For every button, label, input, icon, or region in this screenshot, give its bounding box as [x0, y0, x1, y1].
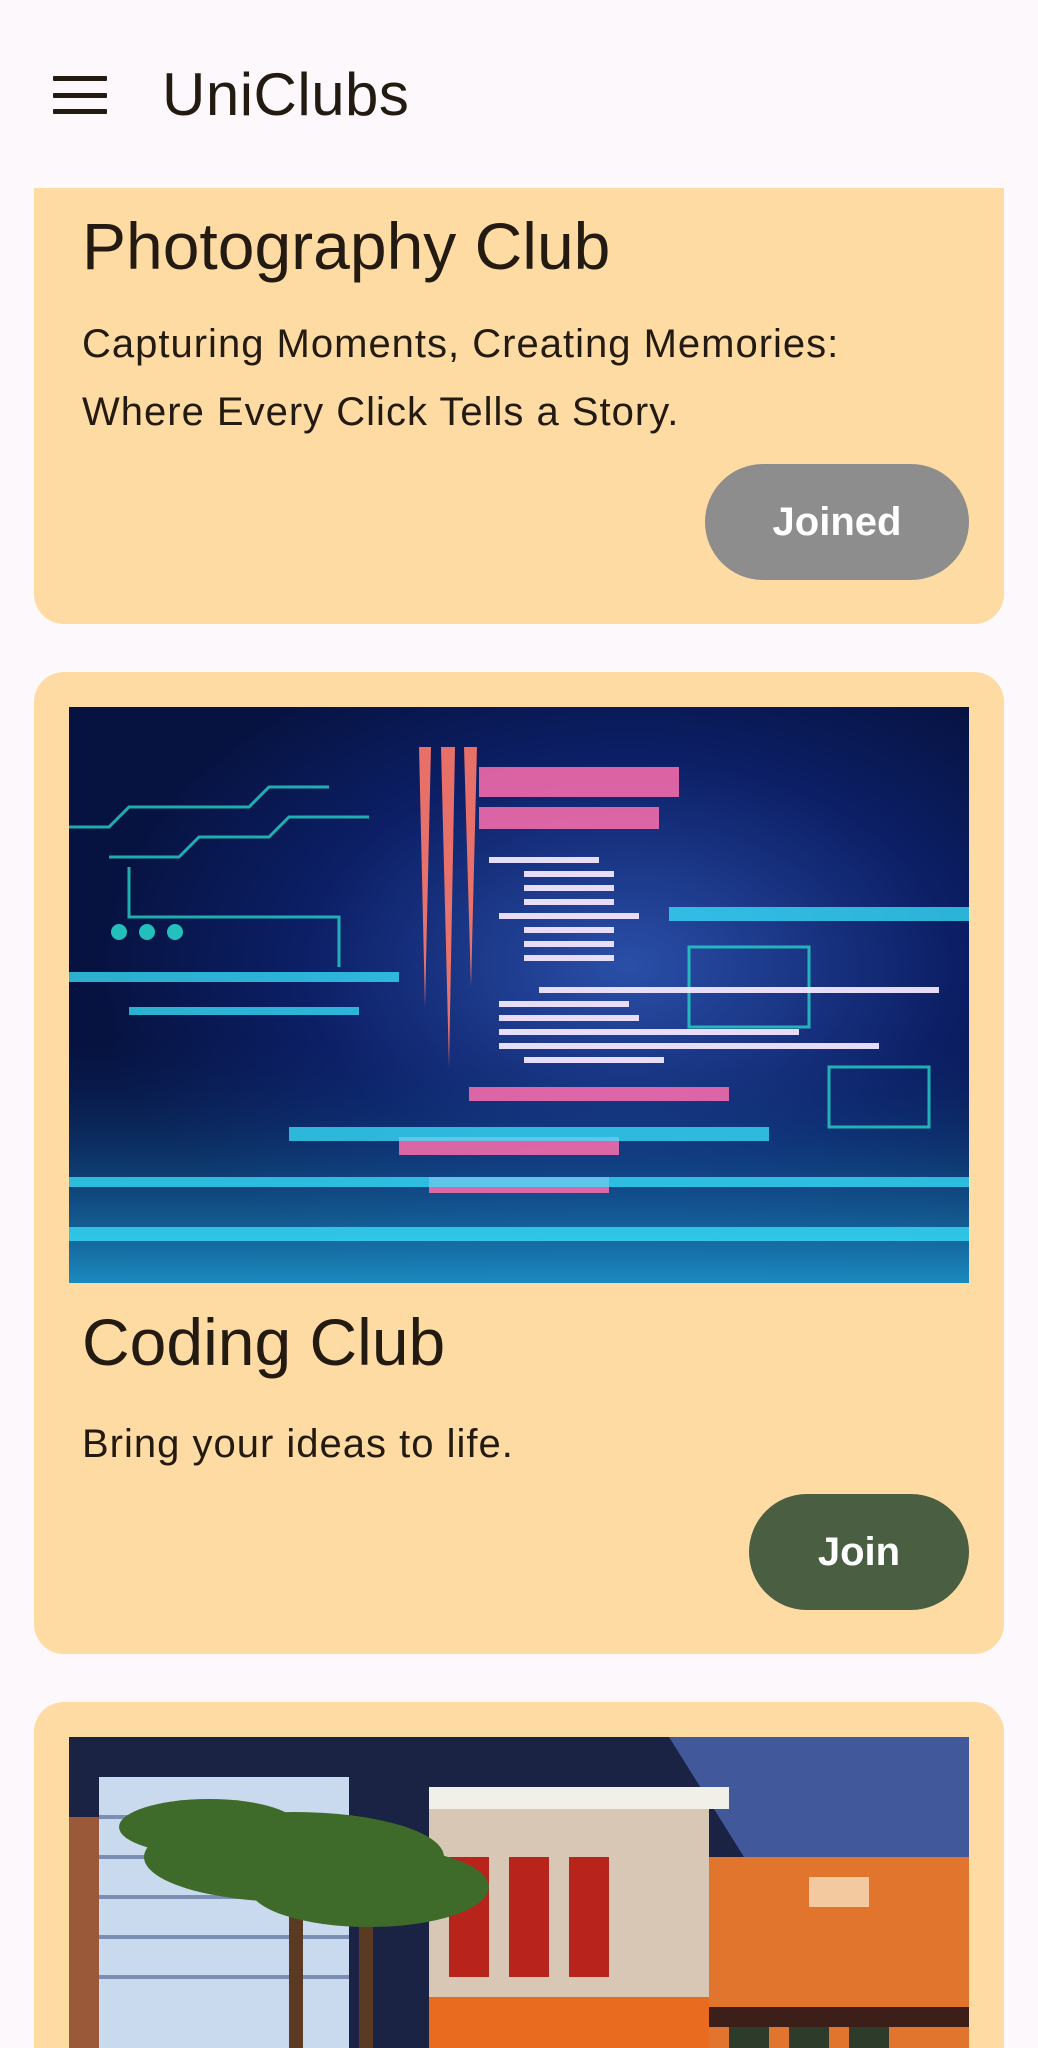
club-card-3[interactable] — [34, 1702, 1004, 2048]
club-card-photography[interactable]: Photography Club Capturing Moments, Crea… — [34, 150, 1004, 624]
club-feed[interactable]: Photography Club Capturing Moments, Crea… — [0, 0, 1038, 2048]
code-screen-image — [69, 707, 969, 1283]
joined-button[interactable]: Joined — [705, 464, 969, 580]
app-title: UniClubs — [162, 61, 410, 128]
join-button[interactable]: Join — [749, 1494, 969, 1610]
hamburger-menu-icon[interactable] — [30, 50, 130, 140]
club-description: Bring your ideas to life. — [82, 1422, 514, 1466]
street-painting-image — [69, 1737, 969, 2048]
club-title: Coding Club — [82, 1305, 446, 1379]
club-card-coding[interactable]: Coding Club Bring your ideas to life. Jo… — [34, 672, 1004, 1654]
app-bar: UniClubs — [0, 0, 1038, 188]
club-description: Capturing Moments, Creating Memories: Wh… — [82, 322, 840, 434]
app-screen: Photography Club Capturing Moments, Crea… — [0, 0, 1038, 2048]
club-title: Photography Club — [82, 209, 611, 283]
